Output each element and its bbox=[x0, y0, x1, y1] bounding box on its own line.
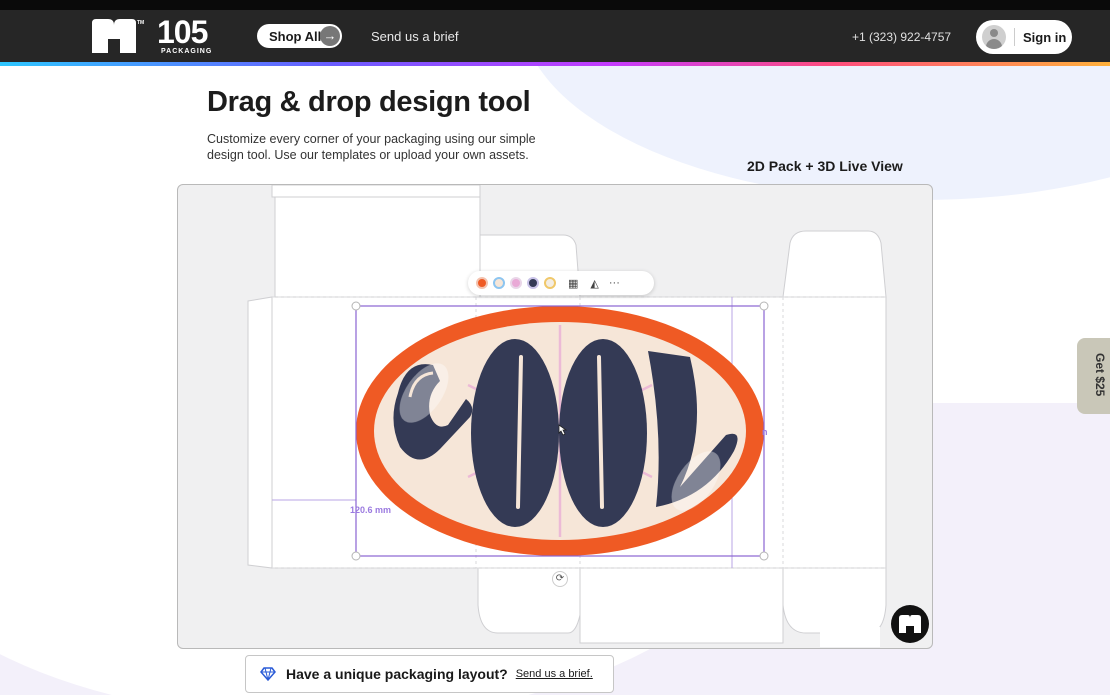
view-mode-label: 2D Pack + 3D Live View bbox=[747, 158, 903, 174]
color-swatch-navy[interactable] bbox=[527, 277, 539, 289]
shop-all-label: Shop All bbox=[269, 28, 322, 44]
page-title: Drag & drop design tool bbox=[207, 86, 531, 118]
editor-footer bbox=[820, 627, 880, 647]
top-navigation-bar: 105 PACKAGING TM Shop All → Send us a br… bbox=[0, 0, 1110, 62]
phone-number[interactable]: +1 (323) 922-4757 bbox=[852, 30, 951, 44]
rotate-icon[interactable]: ⟳ bbox=[552, 571, 568, 587]
more-icon[interactable]: ··· bbox=[609, 277, 620, 289]
height-dimension-label: n bbox=[762, 427, 768, 437]
logo-wordmark: 105 PACKAGING bbox=[157, 13, 213, 55]
color-swatch-pink[interactable] bbox=[510, 277, 522, 289]
callout-question: Have a unique packaging layout? bbox=[286, 666, 508, 682]
arrow-right-icon: → bbox=[320, 26, 340, 46]
send-brief-link[interactable]: Send us a brief bbox=[371, 29, 458, 44]
top-edge-panel bbox=[271, 185, 481, 198]
width-dimension-label: 120.6 mm bbox=[350, 505, 392, 515]
bottom-flap-panel bbox=[579, 567, 784, 644]
color-swatch-orange[interactable] bbox=[476, 277, 488, 289]
chat-logo-icon bbox=[899, 615, 921, 633]
logo-subtitle: PACKAGING bbox=[161, 47, 213, 55]
sign-in-button[interactable]: Sign in bbox=[976, 20, 1072, 54]
sign-in-label: Sign in bbox=[1023, 29, 1067, 45]
top-flap-panel bbox=[274, 196, 481, 298]
color-swatch-cream[interactable] bbox=[493, 277, 505, 289]
get-25-label: Get $25 bbox=[1093, 353, 1107, 397]
logo-mark-icon bbox=[92, 19, 136, 53]
flip-icon[interactable]: ◭ bbox=[590, 277, 598, 290]
page-description: Customize every corner of your packaging… bbox=[207, 132, 536, 162]
callout-brief-link[interactable]: Send us a brief. bbox=[516, 668, 593, 680]
texture-icon[interactable]: ▦ bbox=[568, 277, 578, 290]
diamond-icon bbox=[260, 667, 276, 681]
color-swatch-white[interactable] bbox=[544, 277, 556, 289]
user-avatar-icon bbox=[982, 25, 1006, 49]
glue-flap bbox=[247, 296, 273, 569]
trademark-mark: TM bbox=[137, 20, 145, 26]
page: 105 PACKAGING TM Shop All → Send us a br… bbox=[0, 0, 1110, 695]
bottom-tuck-right bbox=[782, 567, 887, 634]
chat-launcher-button[interactable] bbox=[891, 605, 929, 643]
get-25-tab[interactable]: Get $25 bbox=[1077, 338, 1110, 414]
shop-all-button[interactable]: Shop All → bbox=[257, 24, 342, 48]
design-editor-canvas[interactable]: ▦ ◭ ··· 120.6 mm n ⟳ bbox=[177, 184, 933, 649]
custom-layout-callout: Have a unique packaging layout? Send us … bbox=[245, 655, 614, 693]
top-tuck-right bbox=[782, 230, 887, 298]
rainbow-divider bbox=[0, 62, 1110, 66]
sign-in-divider bbox=[1014, 28, 1015, 46]
logo-number: 105 bbox=[157, 13, 208, 50]
brand-logo[interactable]: 105 PACKAGING TM bbox=[90, 13, 213, 55]
element-toolbar: ▦ ◭ ··· bbox=[468, 271, 654, 295]
